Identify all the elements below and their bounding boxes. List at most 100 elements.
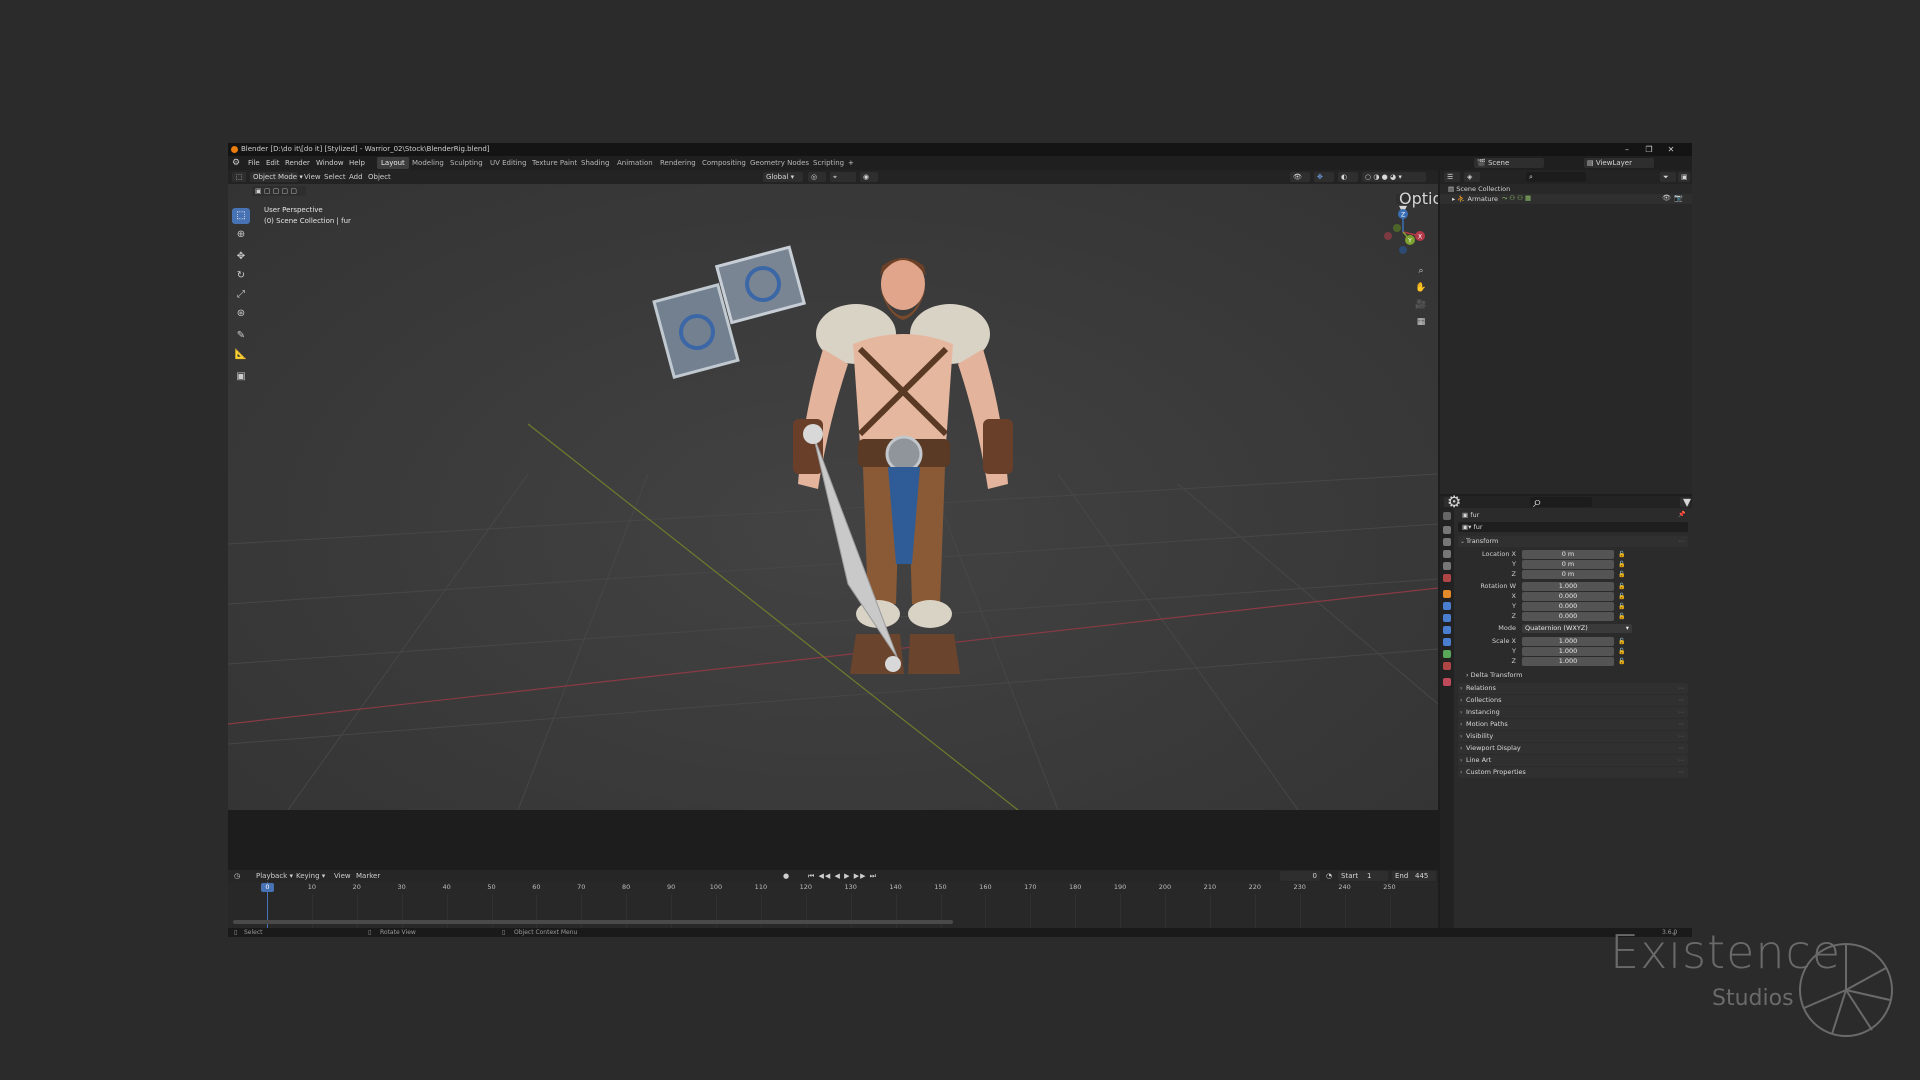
snap-icon[interactable]: ⌖	[830, 172, 856, 182]
editor-type-icon[interactable]: ⬚	[232, 172, 246, 182]
panel-line-art[interactable]: › Line Art ⋯	[1458, 755, 1688, 766]
gizmo-neg-x[interactable]	[1384, 232, 1392, 240]
tab-geometry-nodes[interactable]: Geometry Nodes	[746, 157, 813, 169]
scene-selector[interactable]: 🎬 Scene	[1474, 158, 1544, 168]
panel-relations[interactable]: › Relations ⋯	[1458, 683, 1688, 694]
menu-add[interactable]: Add	[349, 170, 363, 184]
3d-viewport[interactable]: User Perspective (0) Scene Collection | …	[228, 184, 1438, 810]
camera-view-icon[interactable]: 🎥	[1414, 298, 1428, 312]
move-tool-icon[interactable]: ✥	[232, 249, 250, 265]
location-x-field[interactable]: 0 m	[1522, 550, 1614, 559]
panel-visibility[interactable]: › Visibility ⋯	[1458, 731, 1688, 742]
rotation-z-field[interactable]: 0.000	[1522, 612, 1614, 621]
timer-icon[interactable]: ◔	[1326, 870, 1332, 882]
close-button[interactable]: ✕	[1660, 143, 1682, 156]
current-frame-field[interactable]: 0	[1280, 871, 1320, 881]
lock-icon[interactable]: 🔓	[1618, 561, 1625, 568]
new-collection-icon[interactable]: ▣	[1678, 172, 1690, 182]
drag-handle-icon[interactable]: ⋯	[1678, 755, 1684, 766]
outliner-search-input[interactable]: ⌕	[1526, 172, 1586, 182]
drag-handle-icon[interactable]: ⋯	[1678, 719, 1684, 730]
shading-modes[interactable]: ○ ◑ ● ◕ ▾	[1362, 172, 1426, 182]
scale-tool-icon[interactable]: ⤢	[232, 287, 250, 303]
tab-modeling[interactable]: Modeling	[408, 157, 448, 169]
panel-viewport-display[interactable]: › Viewport Display ⋯	[1458, 743, 1688, 754]
measure-tool-icon[interactable]: 📐	[232, 347, 250, 363]
menu-render[interactable]: Render	[285, 156, 310, 170]
display-mode-icon[interactable]: ◈	[1464, 172, 1480, 182]
pivot-icon[interactable]: ◎	[808, 172, 826, 182]
gizmo-toggle-icon[interactable]: ✥	[1314, 172, 1334, 182]
lock-icon[interactable]: 🔓	[1618, 638, 1625, 645]
menu-playback[interactable]: Playback ▾	[256, 870, 293, 882]
drag-handle-icon[interactable]: ⋯	[1678, 731, 1684, 742]
menu-marker[interactable]: Marker	[356, 870, 380, 882]
rotation-x-field[interactable]: 0.000	[1522, 592, 1614, 601]
start-frame-field[interactable]: Start 1	[1338, 871, 1388, 881]
lock-icon[interactable]: 🔓	[1618, 571, 1625, 578]
render-camera-icon[interactable]: 📷	[1674, 194, 1683, 202]
menu-edit[interactable]: Edit	[266, 156, 280, 170]
options-dropdown[interactable]: Options ▾	[1396, 191, 1438, 217]
tab-texture-paint[interactable]: Texture Paint	[528, 157, 581, 169]
cursor-tool-icon[interactable]: ⊕	[232, 227, 250, 243]
tab-layout[interactable]: Layout	[377, 157, 409, 169]
maximize-button[interactable]: ❐	[1638, 143, 1660, 156]
delta-transform-row[interactable]: › Delta Transform	[1466, 671, 1522, 679]
end-frame-field[interactable]: End 445	[1392, 871, 1436, 881]
playhead-frame-badge[interactable]: 0	[261, 883, 274, 892]
transform-orientation-dropdown[interactable]: Global ▾	[763, 172, 803, 182]
lock-icon[interactable]: 🔓	[1618, 613, 1625, 620]
lock-icon[interactable]: 🔓	[1618, 583, 1625, 590]
tab-uv-editing[interactable]: UV Editing	[486, 157, 531, 169]
menu-select[interactable]: Select	[324, 170, 346, 184]
drag-handle-icon[interactable]: ⋯	[1678, 707, 1684, 718]
transform-tool-icon[interactable]: ⊛	[232, 306, 250, 322]
overlay-toggle-icon[interactable]: ◐	[1338, 172, 1358, 182]
output-tab-icon[interactable]	[1443, 538, 1451, 546]
transform-panel-header[interactable]: ⌄ Transform ⋯	[1458, 536, 1688, 547]
timeline-editor-icon[interactable]: ◷	[234, 870, 240, 882]
zoom-icon[interactable]: ⌕	[1414, 264, 1428, 278]
menu-object[interactable]: Object	[368, 170, 391, 184]
location-y-field[interactable]: 0 m	[1522, 560, 1614, 569]
gizmo-neg-z[interactable]	[1399, 246, 1407, 254]
scale-x-field[interactable]: 1.000	[1522, 637, 1614, 646]
filter-icon[interactable]: ⏷	[1660, 172, 1676, 182]
tab-compositing[interactable]: Compositing	[698, 157, 750, 169]
armature-row[interactable]: ▸ ⛹ Armature	[1452, 195, 1498, 203]
menu-window[interactable]: Window	[316, 156, 344, 170]
tab-scripting[interactable]: Scripting	[809, 157, 848, 169]
menu-timeline-view[interactable]: View	[334, 870, 351, 882]
object-mode-dropdown[interactable]: Object Mode ▾	[250, 172, 303, 182]
menu-help[interactable]: Help	[349, 156, 365, 170]
scale-z-field[interactable]: 1.000	[1522, 657, 1614, 666]
visibility-icon[interactable]: 👁	[1290, 172, 1310, 182]
scale-y-field[interactable]: 1.000	[1522, 647, 1614, 656]
navigation-gizmo[interactable]: Z X Y	[1378, 206, 1428, 258]
playback-controls[interactable]: ⏮ ◀◀ ◀ ▶ ▶▶ ⏭	[808, 870, 877, 882]
lock-icon[interactable]: 🔓	[1618, 551, 1625, 558]
menu-view[interactable]: View	[304, 170, 321, 184]
object-name-field[interactable]: ▣▾ fur	[1458, 522, 1688, 532]
texture-tab-icon[interactable]	[1443, 678, 1451, 686]
drag-handle-icon[interactable]: ⋯	[1678, 683, 1684, 694]
panel-collections[interactable]: › Collections ⋯	[1458, 695, 1688, 706]
gizmo-neg-y[interactable]	[1393, 224, 1401, 232]
properties-search-input[interactable]: ⌕	[1530, 494, 1592, 510]
rotation-w-field[interactable]: 1.000	[1522, 582, 1614, 591]
drag-handle-icon[interactable]: ⋯	[1678, 695, 1684, 706]
panel-instancing[interactable]: › Instancing ⋯	[1458, 707, 1688, 718]
blender-menu-icon[interactable]: ⚙	[232, 156, 240, 170]
menu-keying[interactable]: Keying ▾	[296, 870, 325, 882]
location-z-field[interactable]: 0 m	[1522, 570, 1614, 579]
rotation-mode-dropdown[interactable]: Quaternion (WXYZ) ▾	[1522, 624, 1632, 633]
pin-icon[interactable]: 📌	[1678, 511, 1685, 518]
tab-shading[interactable]: Shading	[577, 157, 613, 169]
menu-file[interactable]: File	[248, 156, 260, 170]
properties-editor-icon[interactable]: ⚙	[1444, 494, 1461, 510]
lock-icon[interactable]: 🔓	[1618, 603, 1625, 610]
timeline-area[interactable]: 10 20 30 40 50 60 70 80 90 100 110 120 130 140 150 160 1…	[228, 882, 1438, 928]
rotate-tool-icon[interactable]: ↻	[232, 268, 250, 284]
scene-collection-row[interactable]: ▤ Scene Collection	[1448, 185, 1510, 193]
